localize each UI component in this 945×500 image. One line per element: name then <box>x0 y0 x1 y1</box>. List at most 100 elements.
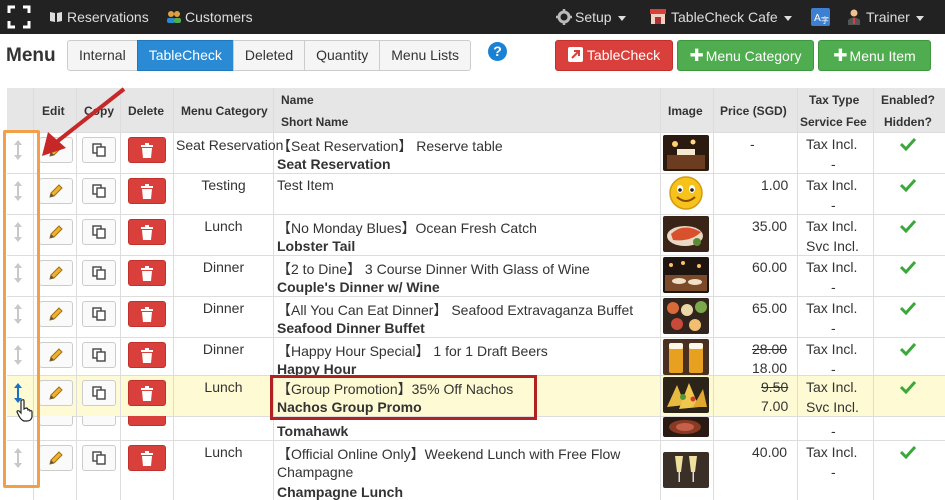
delete-button[interactable] <box>128 219 166 245</box>
nav-customers[interactable]: Customers <box>166 0 253 34</box>
delete-button[interactable] <box>128 260 166 286</box>
row-short-name: Tomahawk <box>277 423 349 439</box>
delete-button[interactable] <box>128 380 166 406</box>
nav-customers-label: Customers <box>185 9 253 25</box>
column-divider <box>713 88 714 500</box>
pencil-icon <box>49 266 63 280</box>
menu-image-restaurant <box>663 135 709 171</box>
copy-button[interactable] <box>82 416 116 426</box>
row-category: Dinner <box>202 341 245 357</box>
tablecheck-logo-icon[interactable] <box>6 5 32 29</box>
copy-icon <box>92 451 106 465</box>
header-hidden: Hidden? <box>884 115 932 129</box>
header-image: Image <box>668 104 703 118</box>
menu-image-lobster <box>663 216 709 252</box>
row-name: 【No Monday Blues】Ocean Fresh Catch <box>277 220 537 236</box>
copy-button[interactable] <box>82 260 116 286</box>
copy-icon <box>92 184 106 198</box>
nav-user[interactable]: Trainer <box>847 0 924 34</box>
delete-button[interactable] <box>128 416 166 426</box>
nav-setup[interactable]: Setup <box>556 0 626 34</box>
copy-icon <box>92 225 106 239</box>
edit-button[interactable] <box>39 380 73 406</box>
edit-button[interactable] <box>39 342 73 368</box>
row-category: Testing <box>201 177 246 193</box>
table-row-divider <box>7 214 945 215</box>
header-short-name: Short Name <box>281 115 349 129</box>
delete-button[interactable] <box>128 342 166 368</box>
add-menu-category-label: Menu Category <box>705 48 802 64</box>
table-row-divider <box>7 173 945 174</box>
row-tax: Tax Incl. <box>806 300 858 316</box>
add-menu-item-label: Menu Item <box>849 48 916 64</box>
row-original-price: 9.50 <box>761 379 789 395</box>
check-icon <box>900 380 916 394</box>
header-price: Price (SGD) <box>720 104 787 118</box>
tab-tablecheck[interactable]: TableCheck <box>136 40 234 71</box>
row-service-fee: - <box>831 464 836 480</box>
trash-icon <box>141 386 153 401</box>
tab-internal[interactable]: Internal <box>67 40 138 71</box>
nav-restaurant[interactable]: TableCheck Cafe <box>650 0 792 34</box>
delete-button[interactable] <box>128 445 166 471</box>
menu-image-nachos <box>663 377 709 413</box>
row-name: 【2 to Dine】 3 Course Dinner With Glass o… <box>277 261 590 277</box>
row-category: Lunch <box>204 379 243 395</box>
add-menu-category-button[interactable]: ✚ Menu Category <box>677 40 814 71</box>
menu-image-emoji <box>663 175 709 211</box>
menu-image-beer <box>663 339 709 375</box>
edit-button[interactable] <box>39 260 73 286</box>
delete-button[interactable] <box>128 178 166 204</box>
header-menu-category: Menu Category <box>181 104 268 118</box>
chevron-down-icon <box>915 15 924 21</box>
tab-quantity[interactable]: Quantity <box>304 40 381 71</box>
language-switcher[interactable]: A字 <box>811 0 830 34</box>
header-tax-type: Tax Type <box>809 93 860 107</box>
users-icon <box>167 11 181 23</box>
copy-button[interactable] <box>82 219 116 245</box>
tab-deleted[interactable]: Deleted <box>232 40 306 71</box>
row-price: 18.00 <box>752 360 788 376</box>
row-category: Lunch <box>204 218 243 234</box>
edit-button[interactable] <box>39 301 73 327</box>
edit-button[interactable] <box>39 445 73 471</box>
delete-button[interactable] <box>128 137 166 163</box>
row-service-fee: - <box>831 361 836 377</box>
delete-button[interactable] <box>128 301 166 327</box>
row-short-name: Seat Reservation <box>277 156 391 172</box>
nav-reservations[interactable]: Reservations <box>49 0 149 34</box>
edit-button[interactable] <box>39 219 73 245</box>
row-category: Dinner <box>202 300 245 316</box>
add-menu-item-button[interactable]: ✚ Menu Item <box>818 40 931 71</box>
tablecheck-preview-button[interactable]: TableCheck <box>555 40 673 71</box>
tab-menu-lists[interactable]: Menu Lists <box>379 40 471 71</box>
pencil-icon <box>49 386 63 400</box>
copy-icon <box>92 348 106 362</box>
row-price: 40.00 <box>752 444 788 460</box>
copy-button[interactable] <box>82 342 116 368</box>
help-icon[interactable]: ? <box>488 42 507 61</box>
check-icon <box>900 260 916 274</box>
dragged-row-highlight <box>270 375 537 420</box>
copy-button[interactable] <box>82 445 116 471</box>
copy-button[interactable] <box>82 380 116 406</box>
chevron-down-icon <box>617 15 626 21</box>
row-service-fee: - <box>831 279 836 295</box>
user-avatar-icon <box>848 9 860 25</box>
gear-icon <box>556 9 572 25</box>
row-name: 【All You Can Eat Dinner】 Seafood Extrava… <box>277 302 634 318</box>
top-navbar: Reservations Customers Setup TableCheck … <box>0 0 945 34</box>
edit-button[interactable] <box>39 178 73 204</box>
row-tax: Tax Incl. <box>806 444 858 460</box>
table-row-divider <box>7 337 945 338</box>
row-service-fee: Svc Incl. <box>806 238 859 254</box>
copy-button[interactable] <box>82 178 116 204</box>
row-short-name: Champagne Lunch <box>277 484 404 500</box>
page-title: Menu <box>6 45 56 66</box>
row-price: 60.00 <box>752 259 788 275</box>
edit-button[interactable] <box>39 416 73 426</box>
copy-button[interactable] <box>82 301 116 327</box>
row-service-fee: - <box>831 423 836 439</box>
row-short-name: Lobster Tail <box>277 238 356 254</box>
table-row-divider <box>7 255 945 256</box>
